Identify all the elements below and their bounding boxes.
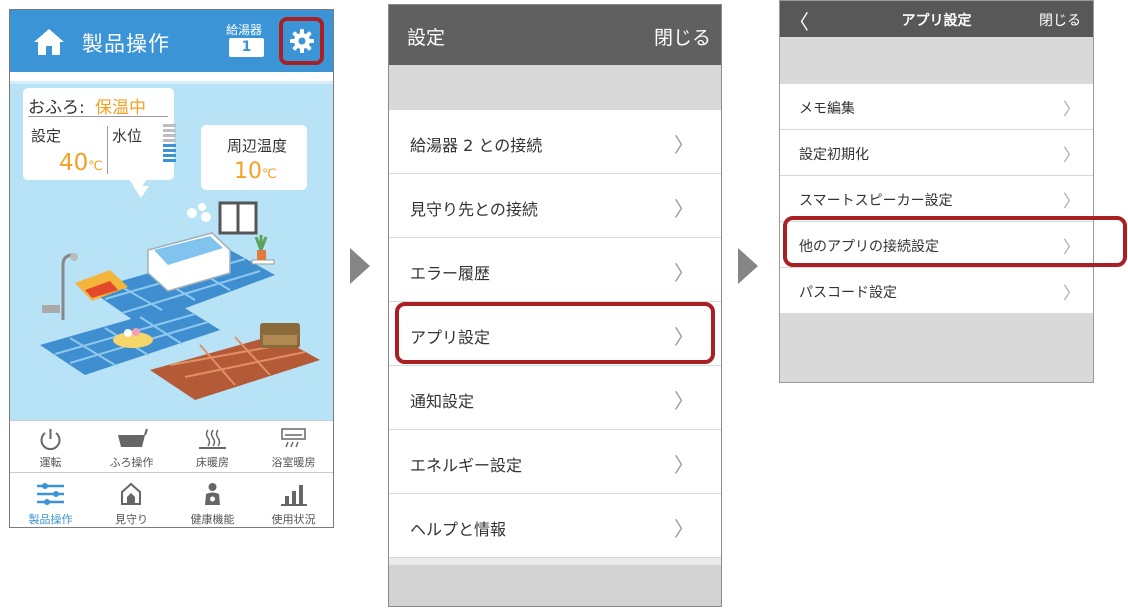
close-button[interactable]: 閉じる [654, 23, 711, 50]
footer-spacer [389, 565, 721, 606]
settings-button[interactable] [279, 17, 324, 65]
ambient-temp-label: 周辺温度 [227, 137, 288, 155]
chevron-right-icon: 〉 [674, 197, 694, 221]
water-level-gauge [163, 124, 176, 164]
bath-status: 保温中 [95, 98, 146, 118]
settings-item-energy[interactable]: エネルギー設定 〉 [389, 430, 721, 494]
power-icon [40, 429, 61, 451]
tab-product-operation[interactable]: 製品操作 [10, 473, 91, 527]
tab-usage-status[interactable]: 使用状況 [253, 473, 333, 527]
tab-monitoring[interactable]: 見守り [91, 473, 172, 527]
chevron-right-icon: 〉 [674, 389, 694, 413]
set-temp-value: 40℃ [59, 150, 103, 176]
chevron-right-icon: 〉 [1063, 100, 1080, 120]
settings-title: 設定 [407, 27, 446, 49]
water-heater-number-badge[interactable]: 1 [229, 38, 264, 57]
settings-item-error-history[interactable]: エラー履歴 〉 [389, 238, 721, 302]
bath-label: おふろ: [28, 98, 85, 118]
chevron-right-icon: 〉 [1063, 192, 1080, 212]
ambient-temp-value: 10℃ [234, 159, 277, 184]
water-heater-label: 給湯器 [226, 23, 263, 37]
health-person-icon [205, 483, 220, 505]
bath-status-card[interactable]: おふろ: 保温中 設定 40℃ 水位 [23, 88, 176, 180]
settings-header: 設定 閉じる [389, 5, 721, 65]
step-arrow [738, 248, 758, 284]
chevron-right-icon: 〉 [674, 453, 694, 477]
app-settings-header: 〈 アプリ設定 閉じる [780, 1, 1093, 37]
page-title: 製品操作 [82, 32, 170, 56]
chevron-right-icon: 〉 [1063, 284, 1080, 304]
divider [107, 126, 108, 174]
nav-bath-operation[interactable]: ふろ操作 [91, 421, 172, 472]
home-illustration [40, 201, 320, 400]
chevron-right-icon: 〉 [674, 261, 694, 285]
app-settings-item-reset[interactable]: 設定初期化 〉 [780, 130, 1093, 176]
main-tab-bar: 製品操作 見守り 健康機能 使用状況 [10, 472, 333, 527]
product-operation-screen: 製品操作 給湯器 1 おふろ: 保温中 設定 40℃ 水位 周辺温度 10℃ 運… [9, 9, 334, 528]
tab-health[interactable]: 健康機能 [172, 473, 253, 527]
settings-item-heater2-connection[interactable]: 給湯器 2 との接続 〉 [389, 110, 721, 174]
water-level-label: 水位 [112, 127, 143, 145]
settings-item-help[interactable]: ヘルプと情報 〉 [389, 494, 721, 558]
app-header: 製品操作 給湯器 1 [10, 10, 333, 72]
sliders-icon [37, 483, 64, 505]
section-spacer [780, 37, 1093, 84]
chevron-right-icon: 〉 [674, 133, 694, 157]
settings-item-notifications[interactable]: 通知設定 〉 [389, 366, 721, 430]
chevron-right-icon: 〉 [1063, 146, 1080, 166]
footer-spacer [780, 313, 1093, 382]
bathtub-icon [118, 428, 148, 447]
settings-item-monitor-connection[interactable]: 見守り先との接続 〉 [389, 174, 721, 238]
highlight-frame-other-app-connection [783, 216, 1127, 267]
function-nav-bar: 運転 ふろ操作 床暖房 浴室暖房 [10, 420, 333, 472]
gear-icon [290, 29, 314, 53]
close-button[interactable]: 閉じる [1039, 10, 1081, 30]
app-settings-list: メモ編集 〉 設定初期化 〉 スマートスピーカー設定 〉 他のアプリの接続設定 … [780, 84, 1093, 314]
nav-bathroom-heater[interactable]: 浴室暖房 [253, 421, 333, 472]
section-spacer [389, 65, 721, 110]
monitor-home-icon [121, 482, 141, 505]
highlight-frame-app-settings [395, 302, 715, 364]
floor-heating-icon [199, 429, 226, 449]
home-icon[interactable] [32, 27, 66, 57]
set-temp-label: 設定 [31, 127, 62, 145]
header-divider [10, 72, 333, 84]
app-settings-screen: 〈 アプリ設定 閉じる メモ編集 〉 設定初期化 〉 スマートスピーカー設定 〉… [779, 0, 1094, 383]
ambient-temp-card: 周辺温度 10℃ [201, 125, 307, 190]
nav-run[interactable]: 運転 [10, 421, 91, 472]
bathroom-heater-icon [281, 428, 306, 448]
chevron-right-icon: 〉 [674, 517, 694, 541]
app-settings-item-passcode[interactable]: パスコード設定 〉 [780, 268, 1093, 314]
bar-chart-icon [281, 485, 307, 506]
app-settings-item-memo[interactable]: メモ編集 〉 [780, 84, 1093, 130]
divider [28, 116, 168, 117]
nav-floor-heating[interactable]: 床暖房 [172, 421, 253, 472]
step-arrow [350, 248, 370, 284]
